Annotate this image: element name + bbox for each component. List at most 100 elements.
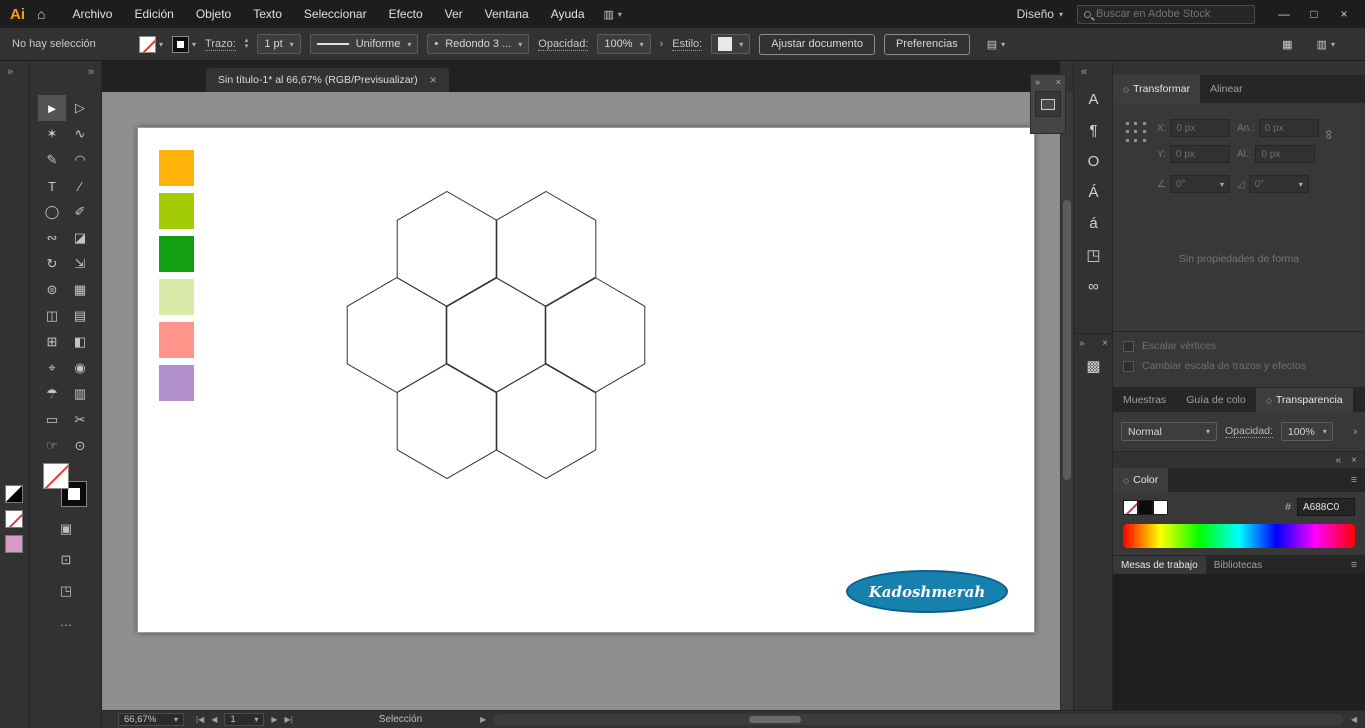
canvas-area[interactable]: Kadoshmerah — [102, 92, 1060, 710]
transparency-opacity-select[interactable]: 100% ▾ — [1280, 422, 1333, 441]
expand-rail-chevrons[interactable]: « — [1081, 66, 1087, 78]
width-field[interactable]: An.: 0 px — [1237, 119, 1319, 137]
hexagon-shape[interactable] — [544, 276, 646, 394]
dock-grid-icon[interactable]: ▦ — [1282, 38, 1292, 51]
arrange-documents-button[interactable]: ▥ ▾ — [596, 8, 630, 21]
reference-point-locator[interactable] — [1123, 119, 1149, 145]
next-artboard-icon[interactable]: ▶ — [271, 715, 277, 724]
stroke-profile-select[interactable]: Uniforme ▾ — [309, 34, 419, 54]
horizontal-scrollbar-thumb[interactable] — [748, 716, 801, 723]
lasso-tool[interactable]: ∿ — [66, 121, 94, 147]
stroke-width-select[interactable]: 1 pt ▾ — [257, 34, 301, 54]
opacity-expand-chevron[interactable]: › — [660, 38, 664, 50]
color-panel-menu-icon[interactable]: ≡ — [1343, 468, 1365, 492]
zoom-level-select[interactable]: 66,67% ▾ — [118, 713, 184, 726]
adobe-stock-search[interactable] — [1077, 4, 1255, 24]
rotate-tool[interactable]: ↻ — [38, 251, 66, 277]
menu-item-4[interactable]: Seleccionar — [293, 0, 378, 28]
tab-transparencia[interactable]: ◇ Transparencia — [1255, 388, 1353, 412]
eyedropper-tool[interactable]: ⌖ — [38, 355, 66, 381]
x-field[interactable]: X: 0 px — [1157, 119, 1231, 137]
artboard-number-select[interactable]: 1 ▾ — [224, 713, 265, 726]
height-field[interactable]: Al.: 0 px — [1237, 145, 1316, 163]
appearance-panel-icon[interactable]: ▩ — [1086, 357, 1100, 375]
vertical-scrollbar[interactable] — [1060, 92, 1073, 710]
eraser-tool[interactable]: ◪ — [66, 225, 94, 251]
pen-tool[interactable]: ✎ — [38, 147, 66, 173]
opacity-select[interactable]: 100% ▾ — [597, 34, 651, 54]
collapsed-color-swatch[interactable] — [5, 535, 23, 553]
stroke-color-control[interactable]: ▾ — [172, 35, 196, 53]
panel-arrange-button[interactable]: ▥ ▾ — [1309, 38, 1343, 51]
zoom-tool[interactable]: ⊙ — [66, 433, 94, 459]
scale-strokes-checkbox[interactable]: Cambiar escala de trazos y efectos — [1123, 360, 1355, 372]
none-color-swatch[interactable] — [1123, 500, 1138, 515]
shape-builder-tool[interactable]: ◫ — [38, 303, 66, 329]
symbol-sprayer-tool[interactable]: ☂ — [38, 381, 66, 407]
export-panel-icon[interactable]: ◳ — [1086, 246, 1100, 264]
search-input[interactable] — [1096, 8, 1241, 20]
first-artboard-icon[interactable]: |◀ — [196, 715, 204, 724]
close-document-icon[interactable]: × — [430, 73, 437, 87]
fill-color-control[interactable]: ▾ — [139, 35, 163, 53]
document-tab[interactable]: Sin título-1* al 66,67% (RGB/Previsualiz… — [206, 68, 449, 92]
scroll-left-icon[interactable]: ◀ — [1351, 715, 1357, 724]
hexagon-shape[interactable] — [396, 190, 498, 308]
menu-item-6[interactable]: Ver — [434, 0, 474, 28]
slice-tool[interactable]: ✂ — [66, 407, 94, 433]
line-tool[interactable]: ∕ — [66, 173, 94, 199]
expand-dock-chevrons[interactable]: » — [7, 66, 13, 78]
menu-item-7[interactable]: Ventana — [474, 0, 540, 28]
hand-tool[interactable]: ☞ — [38, 433, 66, 459]
fit-document-button[interactable]: Ajustar documento — [759, 33, 875, 55]
column-graph-tool[interactable]: ▥ — [66, 381, 94, 407]
perspective-grid-tool[interactable]: ▤ — [66, 303, 94, 329]
free-transform-tool[interactable]: ▦ — [66, 277, 94, 303]
transparency-expand-chevron[interactable]: › — [1353, 426, 1357, 438]
last-artboard-icon[interactable]: ▶| — [285, 715, 293, 724]
expand-tools-chevrons[interactable]: » — [88, 66, 94, 78]
stroke-label[interactable]: Trazo: — [205, 38, 236, 51]
scale-corners-checkbox[interactable]: Escalar vértices — [1123, 340, 1355, 352]
screen-mode-icon[interactable]: ◳ — [60, 583, 72, 599]
brush-select[interactable]: • Redondo 3 ... ▾ — [427, 34, 530, 54]
opacity-label[interactable]: Opacidad: — [538, 38, 589, 51]
document-setup-button[interactable]: ▤ ▾ — [979, 38, 1013, 51]
status-expand-icon[interactable]: ▶ — [480, 715, 486, 724]
tab-guia-de-color[interactable]: Guía de colo — [1176, 388, 1256, 412]
menu-item-8[interactable]: Ayuda — [540, 0, 596, 28]
mesh-tool[interactable]: ⊞ — [38, 329, 66, 355]
expand-group-chevrons[interactable]: » — [1079, 338, 1085, 349]
illustrator-logo[interactable]: Ai — [10, 6, 25, 23]
links-panel-icon[interactable]: ∞ — [1088, 278, 1099, 295]
curvature-tool[interactable]: ◠ — [66, 147, 94, 173]
tab-bibliotecas[interactable]: Bibliotecas — [1206, 556, 1270, 574]
artboards-panel-menu-icon[interactable]: ≡ — [1343, 556, 1365, 574]
stroke-width-stepper[interactable]: ▴ ▾ — [245, 37, 249, 50]
gradient-tool[interactable]: ◧ — [66, 329, 94, 355]
rotate-field[interactable]: ∠ 0° ▾ — [1157, 175, 1230, 193]
tab-muestras[interactable]: Muestras — [1113, 388, 1176, 412]
transparency-opacity-label[interactable]: Opacidad: — [1225, 425, 1273, 438]
constrain-proportions-icon[interactable]: ∞ — [1322, 130, 1337, 139]
artboard-tool[interactable]: ▭ — [38, 407, 66, 433]
close-color-icon[interactable]: × — [1351, 455, 1357, 466]
tab-transformar[interactable]: ◇ Transformar — [1113, 75, 1200, 103]
paragraph-panel-icon[interactable]: ¶ — [1089, 122, 1097, 139]
prev-artboard-icon[interactable]: ◀ — [211, 715, 217, 724]
opentype-panel-icon[interactable]: O — [1088, 153, 1100, 170]
menu-item-3[interactable]: Texto — [242, 0, 293, 28]
tab-alinear[interactable]: Alinear — [1200, 75, 1253, 103]
fill-stroke-indicator[interactable] — [43, 463, 87, 507]
width-tool[interactable]: ⊜ — [38, 277, 66, 303]
close-panel-icon[interactable]: × — [1056, 77, 1061, 87]
blend-tool[interactable]: ◉ — [66, 355, 94, 381]
vertical-scrollbar-thumb[interactable] — [1063, 200, 1071, 480]
character-panel-icon[interactable]: A — [1088, 91, 1098, 108]
collapsed-none-swatch[interactable] — [5, 510, 23, 528]
minimize-button[interactable]: — — [1269, 0, 1299, 28]
maximize-button[interactable]: □ — [1299, 0, 1329, 28]
menu-item-5[interactable]: Efecto — [378, 0, 434, 28]
selection-tool[interactable]: ► — [38, 95, 66, 121]
style-label[interactable]: Estilo: — [672, 38, 703, 51]
